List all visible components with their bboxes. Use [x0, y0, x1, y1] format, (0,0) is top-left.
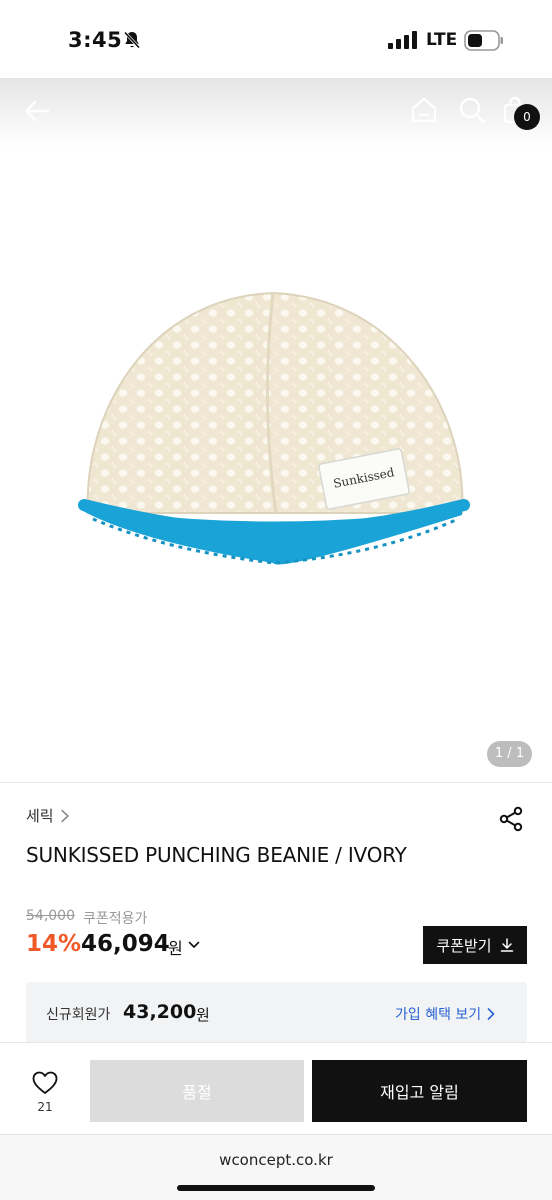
- home-icon[interactable]: [410, 96, 438, 124]
- original-price: 54,000: [26, 908, 75, 924]
- chevron-right-icon: [487, 1008, 495, 1020]
- new-member-price-box: 신규회원가 43,200 원 가입 혜택 보기: [26, 982, 527, 1044]
- member-price-unit: 원: [196, 1006, 210, 1024]
- join-benefits-label[interactable]: 가입 혜택 보기: [395, 1004, 481, 1024]
- back-arrow-icon[interactable]: [22, 96, 52, 126]
- wish-count: 21: [37, 1100, 53, 1114]
- search-icon[interactable]: [458, 96, 486, 124]
- download-icon: [500, 938, 513, 952]
- status-time: 3:45: [68, 28, 123, 52]
- browser-address-bar[interactable]: wconcept.co.kr: [0, 1134, 552, 1200]
- brand-link[interactable]: 세릭: [26, 805, 70, 826]
- coupon-button-label: 쿠폰받기: [436, 936, 492, 955]
- coupon-download-button[interactable]: 쿠폰받기: [423, 926, 527, 964]
- network-label: LTE: [426, 30, 458, 50]
- url-text[interactable]: wconcept.co.kr: [0, 1151, 552, 1169]
- signal-icon: [388, 31, 417, 49]
- battery-icon: [464, 30, 503, 51]
- join-benefits-link[interactable]: 가입 혜택 보기: [395, 1004, 495, 1024]
- member-price-label: 신규회원가: [46, 1007, 111, 1023]
- wishlist-button[interactable]: 21: [30, 1071, 60, 1114]
- member-price: 43,200: [123, 1001, 197, 1023]
- sale-price: 46,094: [81, 931, 170, 957]
- heart-icon: [32, 1071, 58, 1094]
- discount-rate: 14%: [26, 931, 82, 957]
- home-indicator[interactable]: [177, 1185, 375, 1191]
- bottom-action-bar: 21 품절 재입고 알림: [0, 1042, 552, 1134]
- product-gallery[interactable]: 0 Sunkissed 1 / 1: [0, 78, 552, 782]
- product-title: SUNKISSED PUNCHING BEANIE / IVORY: [26, 843, 407, 867]
- restock-alert-button[interactable]: 재입고 알림: [312, 1060, 527, 1122]
- status-bar: 3:45 LTE: [0, 0, 552, 78]
- bell-off-icon: [123, 31, 141, 49]
- sale-price-unit: 원: [168, 939, 183, 958]
- cart-count-badge: 0: [514, 104, 540, 130]
- share-icon[interactable]: [498, 806, 524, 832]
- chevron-down-icon[interactable]: [188, 940, 200, 950]
- brand-name[interactable]: 세릭: [26, 805, 54, 826]
- coupon-price-note: 쿠폰적용가: [83, 911, 148, 927]
- image-pager: 1 / 1: [487, 741, 532, 767]
- soldout-button: 품절: [90, 1060, 304, 1122]
- product-image: Sunkissed: [78, 291, 470, 565]
- chevron-right-icon: [60, 809, 69, 822]
- divider: [0, 782, 552, 783]
